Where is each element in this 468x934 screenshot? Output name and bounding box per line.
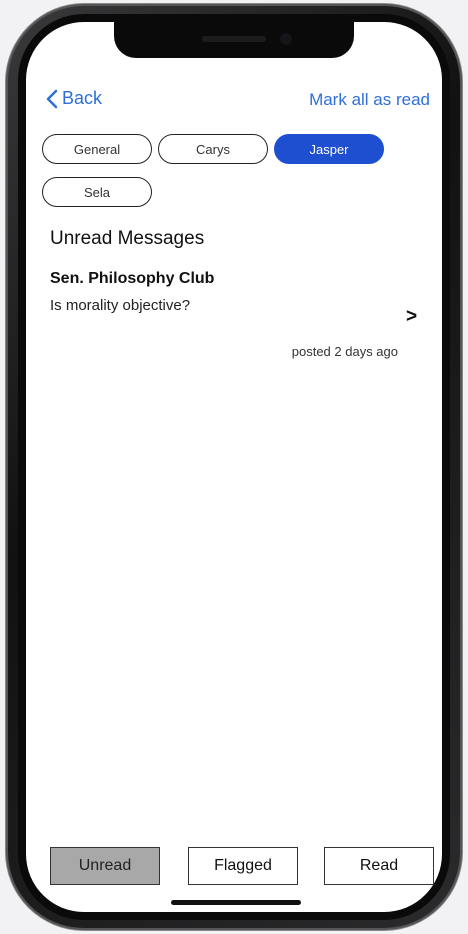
filter-pill-jasper[interactable]: Jasper: [274, 134, 384, 164]
tab-flagged[interactable]: Flagged: [188, 847, 298, 885]
message-subject[interactable]: Is morality objective?: [50, 297, 190, 314]
home-indicator[interactable]: [171, 900, 301, 905]
speaker-grille: [202, 36, 266, 42]
tab-read[interactable]: Read: [324, 847, 434, 885]
filter-pill-carys[interactable]: Carys: [158, 134, 268, 164]
notch: [114, 22, 354, 58]
back-label: Back: [62, 88, 103, 108]
mark-all-as-read-button[interactable]: Mark all as read: [309, 90, 430, 110]
back-button[interactable]: Back: [46, 88, 102, 109]
message-group-name[interactable]: Sen. Philosophy Club: [50, 270, 214, 288]
message-open-chevron[interactable]: >: [406, 306, 417, 328]
tab-unread[interactable]: Unread: [50, 847, 160, 885]
phone-screen: Back Mark all as read General Carys Jasp…: [26, 22, 442, 912]
device-stage: Back Mark all as read General Carys Jasp…: [0, 0, 468, 934]
front-camera-icon: [280, 33, 292, 45]
chevron-left-icon: [46, 89, 58, 108]
filter-pill-sela[interactable]: Sela: [42, 177, 152, 207]
section-title: Unread Messages: [50, 228, 205, 249]
message-timestamp: posted 2 days ago: [291, 344, 398, 359]
filter-pill-general[interactable]: General: [42, 134, 152, 164]
